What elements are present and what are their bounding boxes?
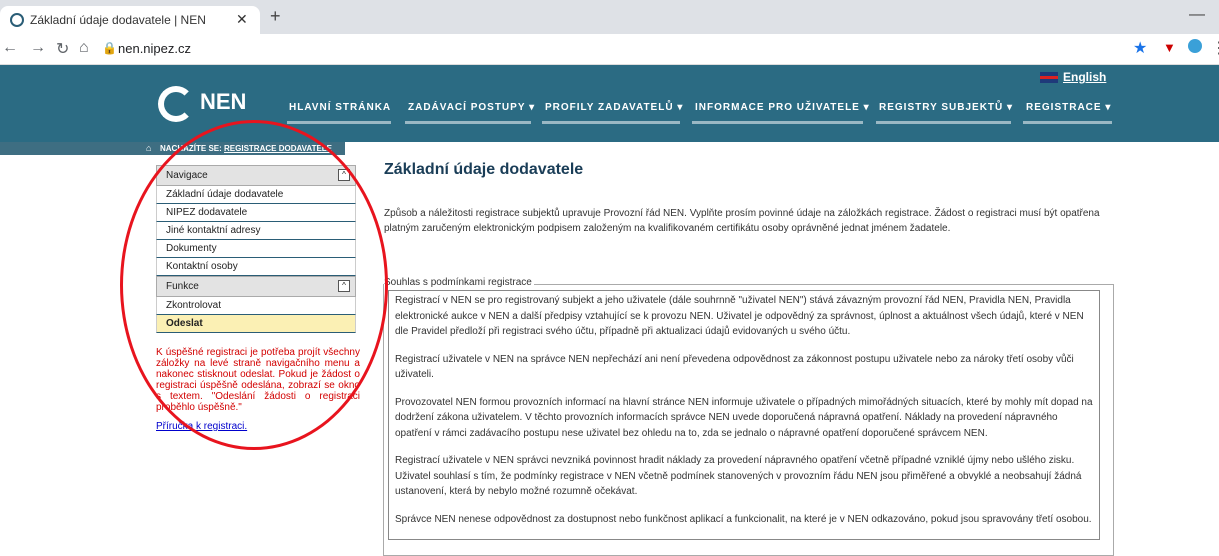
menu-underline: [876, 121, 1011, 124]
menu-underline: [692, 121, 863, 124]
minimize-window-icon[interactable]: —: [1189, 6, 1205, 24]
menu-underline: [542, 121, 680, 124]
menu-underline: [405, 121, 531, 124]
language-label: English: [1063, 70, 1107, 84]
bookmark-star-icon[interactable]: ★: [1133, 38, 1147, 58]
url-field[interactable]: nen.nipez.cz: [118, 41, 191, 56]
profile-icon[interactable]: [1188, 39, 1202, 53]
terms-textbox[interactable]: Registrací v NEN se pro registrovaný sub…: [388, 290, 1100, 540]
terms-paragraph: Správce NEN nenese odpovědnost za dostup…: [395, 513, 1092, 525]
terms-paragraph: Provozovatel NEN formou provozních infor…: [395, 396, 1093, 439]
menu-underline: [287, 121, 391, 124]
uk-flag-icon: [1040, 72, 1058, 84]
menu-home[interactable]: HLAVNÍ STRÁNKA: [289, 102, 391, 113]
close-tab-icon[interactable]: ✕: [236, 11, 248, 28]
terms-paragraph: Registrací uživatele v NEN správci nevzn…: [395, 455, 1082, 497]
back-icon[interactable]: ←: [2, 39, 18, 57]
reload-icon[interactable]: ↻: [56, 39, 69, 59]
new-tab-icon[interactable]: +: [270, 6, 281, 27]
terms-paragraph: Registrací v NEN se pro registrovaný sub…: [395, 295, 1084, 337]
terms-paragraph: Registrací uživatele v NEN na správce NE…: [395, 353, 1074, 381]
menu-underline: [1023, 121, 1112, 124]
site-header: English NEN HLAVNÍ STRÁNKA ZADÁVACÍ POST…: [0, 65, 1219, 142]
menu-procurement[interactable]: ZADÁVACÍ POSTUPY ▾: [408, 102, 535, 113]
page-title: Základní údaje dodavatele: [384, 161, 584, 178]
terms-legend: Souhlas s podmínkami registrace: [384, 277, 534, 288]
menu-profiles[interactable]: PROFILY ZADAVATELŮ ▾: [545, 102, 683, 113]
menu-registration[interactable]: REGISTRACE ▾: [1026, 102, 1111, 113]
intro-text: Způsob a náležitosti registrace subjektů…: [384, 208, 1100, 234]
lock-icon[interactable]: 🔒: [102, 41, 117, 55]
extension-icon[interactable]: ▼: [1163, 40, 1176, 55]
annotation-ellipse: [120, 120, 388, 450]
logo-text: NEN: [200, 89, 247, 114]
logo-circle-icon: [158, 86, 194, 122]
tab-title: Základní údaje dodavatele | NEN: [30, 13, 206, 27]
menu-user-info[interactable]: INFORMACE PRO UŽIVATELE ▾: [695, 102, 870, 113]
address-bar: ← → ↻ ⌂ 🔒 nen.nipez.cz ★ ▼ ⋮: [0, 34, 1219, 65]
more-menu-icon[interactable]: ⋮: [1211, 38, 1219, 58]
site-favicon-icon: [10, 13, 24, 27]
browser-tab[interactable]: Základní údaje dodavatele | NEN ✕: [0, 6, 260, 34]
home-icon[interactable]: ⌂: [146, 143, 151, 153]
language-switch[interactable]: English: [1040, 70, 1106, 84]
forward-icon[interactable]: →: [30, 39, 46, 57]
menu-registries[interactable]: REGISTRY SUBJEKTŮ ▾: [879, 102, 1013, 113]
home-icon[interactable]: ⌂: [79, 39, 89, 57]
browser-tab-bar: Základní údaje dodavatele | NEN ✕ + —: [0, 0, 1219, 34]
